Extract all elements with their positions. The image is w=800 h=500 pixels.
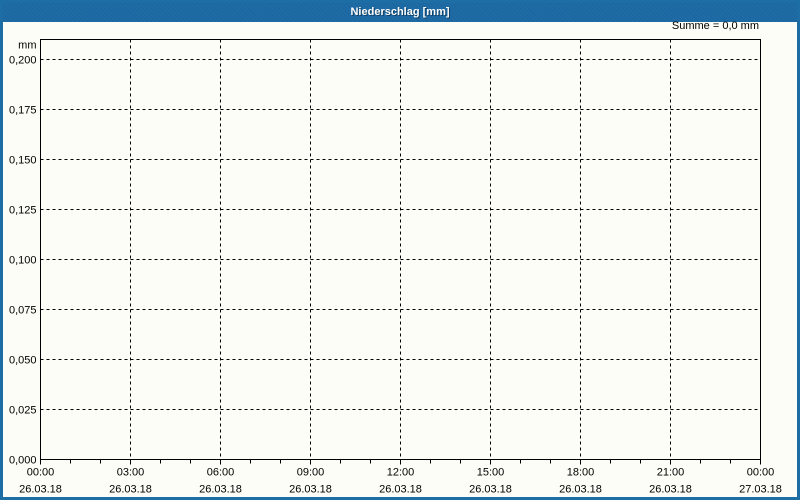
y-axis-unit-label: mm <box>18 40 36 52</box>
x-tick-date-label: 26.03.18 <box>649 484 692 496</box>
y-axis-labels: 0,000 0,025 0,050 0,075 0,100 0,125 0,150 0,175… <box>9 40 37 467</box>
y-tick-label: 0,000 <box>9 455 37 467</box>
y-tick-label: 0,025 <box>9 405 37 417</box>
axis-ticks <box>40 459 761 465</box>
x-tick-date-label: 26.03.18 <box>469 484 512 496</box>
y-tick-label: 0,175 <box>9 105 37 117</box>
y-tick-label: 0,150 <box>9 155 37 167</box>
x-tick-date-label: 26.03.18 <box>289 484 332 496</box>
y-tick-label: 0,075 <box>9 305 37 317</box>
gridlines <box>40 39 761 460</box>
y-tick-label: 0,125 <box>9 205 37 217</box>
x-tick-date-label: 26.03.18 <box>19 484 62 496</box>
y-tick-label: 0,100 <box>9 255 37 267</box>
x-tick-date-label: 26.03.18 <box>379 484 422 496</box>
x-tick-time-label: 15:00 <box>477 467 505 479</box>
chart-window: Niederschlag [mm] Summe = 0,0 mm 0,000 0,… <box>0 0 800 500</box>
precipitation-chart: 0,000 0,025 0,050 0,075 0,100 0,125 0,150 0,175… <box>9 39 782 496</box>
x-tick-time-label: 03:00 <box>117 467 145 479</box>
x-tick-date-label: 27.03.18 <box>739 484 782 496</box>
x-tick-time-label: 18:00 <box>567 467 595 479</box>
x-tick-time-label: 09:00 <box>297 467 325 479</box>
x-tick-date-label: 26.03.18 <box>199 484 242 496</box>
x-tick-time-label: 12:00 <box>387 467 415 479</box>
x-tick-date-label: 26.03.18 <box>559 484 602 496</box>
x-tick-time-label: 00:00 <box>747 467 775 479</box>
x-tick-time-label: 06:00 <box>207 467 235 479</box>
y-tick-label: 0,050 <box>9 355 37 367</box>
y-tick-label: 0,200 <box>9 55 37 67</box>
x-tick-date-label: 26.03.18 <box>109 484 152 496</box>
x-tick-time-label: 00:00 <box>27 467 55 479</box>
x-axis-labels: 00:00 26.03.18 03:00 26.03.18 06:00 26.03.18 0… <box>19 467 782 496</box>
x-tick-time-label: 21:00 <box>657 467 685 479</box>
